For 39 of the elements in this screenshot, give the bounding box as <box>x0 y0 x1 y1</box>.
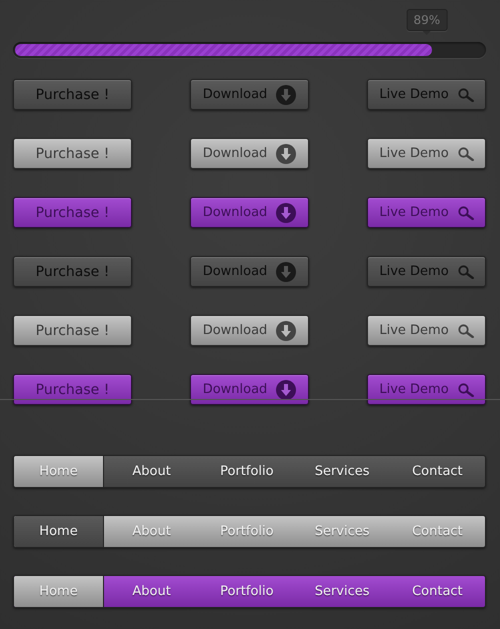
search-icon <box>458 264 474 278</box>
nav-tab[interactable]: Portfolio <box>199 516 294 547</box>
download-button[interactable]: Download <box>190 138 309 169</box>
nav-tab[interactable]: Contact <box>390 456 485 487</box>
nav-tab[interactable]: Contact <box>390 516 485 547</box>
purchase-button[interactable]: Purchase ! <box>13 197 132 228</box>
search-icon <box>458 206 474 220</box>
download-button[interactable]: Download <box>190 79 309 110</box>
purchase-button[interactable]: Purchase ! <box>13 256 132 287</box>
nav-tab[interactable]: Home <box>14 456 104 487</box>
nav-tab[interactable]: About <box>104 456 200 487</box>
download-button[interactable]: Download <box>190 197 309 228</box>
live-demo-button[interactable]: Live Demo <box>367 256 486 287</box>
live-demo-button[interactable]: Live Demo <box>367 138 486 169</box>
search-icon <box>458 88 474 102</box>
purchase-button[interactable]: Purchase ! <box>13 315 132 346</box>
nav-tab[interactable]: Portfolio <box>199 456 294 487</box>
search-icon <box>458 382 474 396</box>
nav-tab[interactable]: Portfolio <box>199 576 294 607</box>
download-button[interactable]: Download <box>190 374 309 405</box>
nav-tab[interactable]: Services <box>294 516 390 547</box>
nav-tab[interactable]: About <box>104 576 200 607</box>
download-button[interactable]: Download <box>190 256 309 287</box>
nav-tab[interactable]: About <box>104 516 200 547</box>
nav-tab[interactable]: Services <box>294 456 390 487</box>
purchase-button[interactable]: Purchase ! <box>13 138 132 169</box>
nav-tab[interactable]: Contact <box>390 576 485 607</box>
live-demo-button[interactable]: Live Demo <box>367 374 486 405</box>
live-demo-button[interactable]: Live Demo <box>367 79 486 110</box>
purchase-button[interactable]: Purchase ! <box>13 79 132 110</box>
search-icon <box>458 146 474 160</box>
live-demo-button[interactable]: Live Demo <box>367 315 486 346</box>
download-button[interactable]: Download <box>190 315 309 346</box>
live-demo-button[interactable]: Live Demo <box>367 197 486 228</box>
nav-tab[interactable]: Services <box>294 576 390 607</box>
purchase-button[interactable]: Purchase ! <box>13 374 132 405</box>
nav-tab[interactable]: Home <box>14 516 104 547</box>
nav-tab[interactable]: Home <box>14 576 104 607</box>
search-icon <box>458 324 474 338</box>
